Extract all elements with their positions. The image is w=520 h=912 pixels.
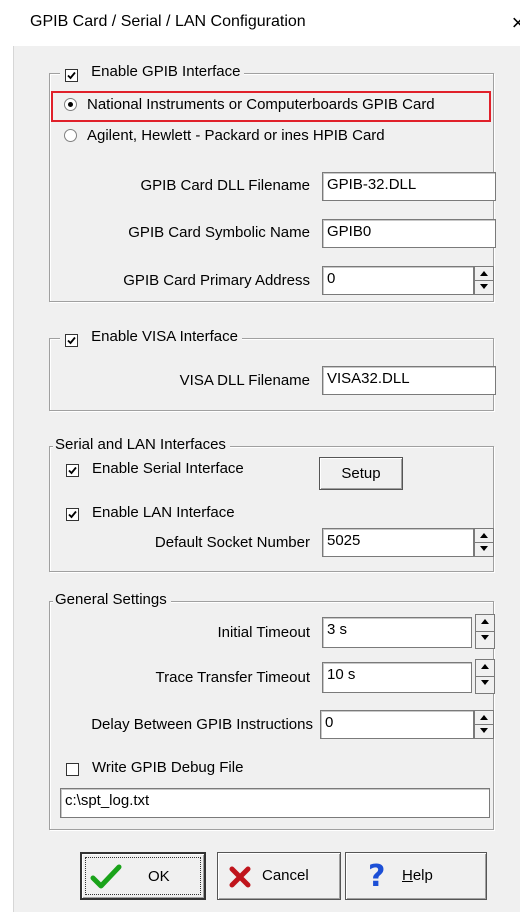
enable-gpib-checkbox[interactable] <box>65 68 78 82</box>
debug-path-field[interactable]: c:\spt_log.txt <box>60 788 490 818</box>
setup-button[interactable]: Setup <box>319 457 403 490</box>
serial-lan-legend: Serial and LAN Interfaces <box>53 436 230 453</box>
general-settings-legend: General Settings <box>53 591 171 608</box>
spin-down-icon[interactable] <box>476 632 494 649</box>
enable-visa-label: Enable VISA Interface <box>91 327 238 345</box>
visa-legend: Enable VISA Interface <box>60 327 242 349</box>
gpib-address-field[interactable]: 0 <box>322 266 474 295</box>
spin-up-icon[interactable] <box>475 711 493 725</box>
cancel-button[interactable]: Cancel <box>217 852 341 900</box>
spin-up-icon[interactable] <box>476 660 494 677</box>
enable-gpib-label: Enable GPIB Interface <box>91 62 241 80</box>
help-mnemonic: H <box>402 867 413 884</box>
help-label: Help <box>402 867 433 884</box>
spin-down-icon[interactable] <box>475 725 493 739</box>
initial-timeout-spinner[interactable] <box>475 614 495 649</box>
spin-down-icon[interactable] <box>475 281 493 295</box>
help-button[interactable]: ? Help <box>345 852 487 900</box>
socket-number-field[interactable]: 5025 <box>322 528 474 557</box>
spin-up-icon[interactable] <box>475 529 493 543</box>
visa-dll-label: VISA DLL Filename <box>179 372 310 389</box>
checkmark-icon <box>67 336 76 344</box>
gpib-symbolic-label: GPIB Card Symbolic Name <box>128 224 310 241</box>
enable-lan-checkbox[interactable] <box>66 508 79 521</box>
gpib-address-spinner[interactable] <box>474 266 494 295</box>
socket-number-label: Default Socket Number <box>154 534 310 551</box>
title-bar: GPIB Card / Serial / LAN Configuration × <box>13 0 520 46</box>
question-icon: ? <box>368 859 386 894</box>
close-icon[interactable]: × <box>503 8 520 38</box>
trace-timeout-field[interactable]: 10 s <box>322 662 472 693</box>
visa-dll-field[interactable]: VISA32.DLL <box>322 366 496 395</box>
radio-national-instruments[interactable] <box>64 98 77 111</box>
enable-lan-label: Enable LAN Interface <box>92 504 235 521</box>
checkmark-icon <box>67 71 76 79</box>
x-icon <box>229 866 251 888</box>
write-debug-checkbox[interactable] <box>66 763 79 776</box>
trace-timeout-label: Trace Transfer Timeout <box>155 669 311 686</box>
window-title: GPIB Card / Serial / LAN Configuration <box>30 13 306 30</box>
enable-visa-checkbox[interactable] <box>65 333 78 347</box>
initial-timeout-field[interactable]: 3 s <box>322 617 472 648</box>
spin-up-icon[interactable] <box>475 267 493 281</box>
socket-number-spinner[interactable] <box>474 528 494 557</box>
help-label-rest: elp <box>412 867 433 884</box>
radio-agilent-hp[interactable] <box>64 129 77 142</box>
spin-up-icon[interactable] <box>476 615 494 632</box>
gpib-address-label: GPIB Card Primary Address <box>123 272 310 289</box>
delay-gpib-field[interactable]: 0 <box>320 710 474 739</box>
write-debug-label: Write GPIB Debug File <box>92 759 244 776</box>
ok-label: OK <box>148 868 170 885</box>
radio-selected-dot <box>68 102 73 107</box>
ok-button[interactable]: OK <box>80 852 206 900</box>
initial-timeout-label: Initial Timeout <box>217 624 310 641</box>
checkmark-icon <box>68 466 77 475</box>
gpib-legend: Enable GPIB Interface <box>60 62 245 84</box>
gpib-dll-label: GPIB Card DLL Filename <box>140 177 310 194</box>
delay-gpib-spinner[interactable] <box>474 710 494 739</box>
enable-serial-checkbox[interactable] <box>66 464 79 477</box>
checkmark-icon <box>90 864 122 889</box>
spin-down-icon[interactable] <box>475 543 493 557</box>
enable-serial-label: Enable Serial Interface <box>92 460 244 477</box>
trace-timeout-spinner[interactable] <box>475 659 495 694</box>
radio-national-instruments-label: National Instruments or Computerboards G… <box>87 96 435 113</box>
gpib-symbolic-field[interactable]: GPIB0 <box>322 219 496 248</box>
cancel-label: Cancel <box>262 867 309 884</box>
radio-agilent-hp-label: Agilent, Hewlett - Packard or ines HPIB … <box>87 127 385 144</box>
spin-down-icon[interactable] <box>476 677 494 694</box>
delay-gpib-label: Delay Between GPIB Instructions <box>91 716 313 733</box>
checkmark-icon <box>68 510 77 519</box>
gpib-dll-field[interactable]: GPIB-32.DLL <box>322 172 496 201</box>
